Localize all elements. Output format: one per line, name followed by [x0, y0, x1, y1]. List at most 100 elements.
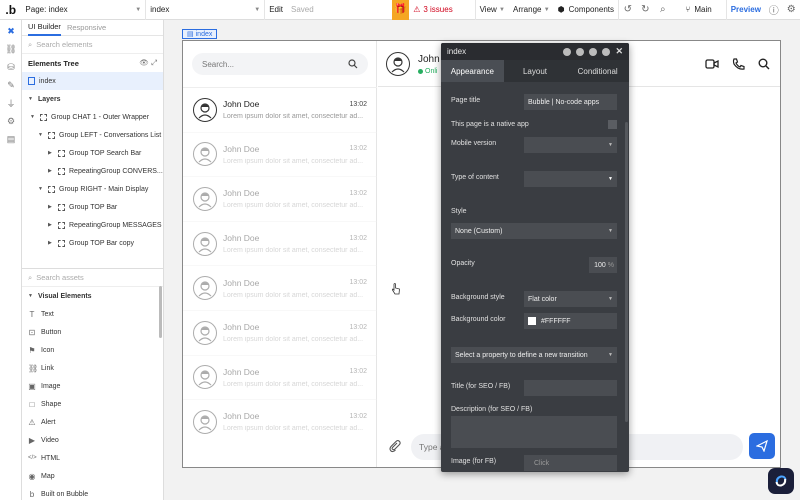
list-item[interactable]: John Doe 13:02 Lorem ipsum dolor sit amet,… [183, 354, 377, 400]
list-item[interactable]: John Doe 13:02 Lorem ipsum dolor sit amet,… [183, 87, 377, 132]
logs-icon[interactable]: ▤ [0, 130, 22, 148]
background-style-value: Flat color [528, 295, 557, 303]
tab-conditional[interactable]: Conditional [566, 60, 629, 82]
transition-dropdown[interactable]: Select a property to define a new transi… [451, 347, 617, 363]
styles-icon[interactable]: ✎ [0, 76, 22, 94]
background-color-value: #FFFFFF [541, 317, 571, 325]
tab-responsive[interactable]: Responsive [67, 20, 106, 36]
issues-button[interactable]: ⚠ 3 issues [409, 0, 476, 20]
page-tag-label: index [195, 30, 213, 38]
element-alert[interactable]: ⚠ Alert [22, 413, 163, 431]
element-html[interactable]: </> HTML [22, 449, 163, 467]
edit-menu[interactable]: Edit [265, 0, 287, 20]
element-shape[interactable]: □ Shape [22, 395, 163, 413]
fb-image-upload[interactable]: Click [524, 455, 617, 471]
background-color-picker[interactable]: #FFFFFF [524, 313, 617, 329]
list-item[interactable]: John Doe 13:02 Lorem ipsum dolor sit amet,… [183, 176, 377, 221]
tree-item-group[interactable]: ▶ Group TOP Search Bar [22, 144, 163, 162]
list-item[interactable]: John Doe 13:02 Lorem ipsum dolor sit amet,… [183, 131, 377, 177]
search-icon[interactable] [756, 56, 772, 72]
redo-icon[interactable]: ↻ [637, 0, 655, 20]
expand-icon[interactable]: ⤢ [151, 58, 157, 67]
page-tag[interactable]: ▤ index [182, 29, 218, 39]
tree-item-group[interactable]: ▶ Group TOP Bar copy [22, 234, 163, 252]
tab-ui-builder[interactable]: UI Builder [28, 20, 61, 36]
list-item[interactable]: John Doe 13:02 Lorem ipsum dolor sit amet,… [183, 265, 377, 310]
info-icon[interactable] [576, 47, 585, 56]
workflow-icon[interactable]: ⛓ [0, 40, 22, 58]
list-item[interactable]: John Doe 13:02 Lorem ipsum dolor sit amet,… [183, 220, 377, 266]
element-button[interactable]: ⊡ Button [22, 323, 163, 341]
opacity-input[interactable]: 100 % [589, 257, 617, 273]
bubble-logo[interactable]: .b [0, 0, 21, 20]
property-editor-titlebar[interactable]: index ✕ [441, 43, 629, 60]
element-video[interactable]: ▶ Video [22, 431, 163, 449]
close-icon[interactable]: ✕ [615, 46, 623, 57]
mouse-cursor-icon [391, 283, 401, 295]
list-item[interactable]: John Doe 13:02 Lorem ipsum dolor sit amet,… [183, 309, 377, 355]
design-icon[interactable]: ✖ [0, 22, 22, 40]
bubble-assistant-button[interactable] [768, 468, 794, 494]
type-of-content-dropdown[interactable]: ▼ [524, 171, 617, 187]
video-icon: ▶ [28, 435, 36, 445]
phone-icon[interactable] [730, 56, 746, 72]
color-swatch[interactable] [528, 317, 536, 325]
page-title-input[interactable]: Bubble | No-code apps [524, 94, 617, 110]
background-style-dropdown[interactable]: Flat color ▼ [524, 291, 617, 307]
help-icon[interactable]: ⓘ [765, 0, 783, 20]
seo-description-input[interactable] [451, 416, 617, 448]
settings-icon[interactable]: ⚙ [0, 112, 22, 130]
preview-button[interactable]: Preview [727, 0, 765, 20]
elements-tree-title: Elements Tree [28, 58, 79, 68]
element-link[interactable]: ⛓ Link [22, 359, 163, 377]
gift-icon[interactable]: 🎁 [391, 0, 410, 20]
data-icon[interactable]: ⛁ [0, 58, 22, 76]
top-toolbar: .b Page: index ▼ index ▼ Edit Saved 🎁 ⚠ … [0, 0, 800, 20]
tree-item-group[interactable]: ▼ Group CHAT 1 - Outer Wrapper [22, 108, 163, 126]
element-icon[interactable]: ⚑ Icon [22, 341, 163, 359]
mobile-version-dropdown[interactable]: ▼ [524, 137, 617, 153]
element-map[interactable]: ◉ Map [22, 467, 163, 485]
element-text[interactable]: T Text [22, 305, 163, 323]
tree-item-group[interactable]: ▶ Group TOP Bar [22, 198, 163, 216]
editor-scrollbar[interactable] [625, 122, 628, 422]
list-item[interactable]: John Doe 13:02 Lorem ipsum dolor sit amet,… [183, 399, 377, 444]
page-selector[interactable]: Page: index ▼ [21, 0, 147, 20]
panel-scrollbar[interactable] [159, 286, 162, 338]
tree-item-repeating-group[interactable]: ▶ RepeatingGroup CONVERS... [22, 162, 163, 180]
tree-item-group[interactable]: ▼ Group LEFT - Conversations List [22, 126, 163, 144]
send-button[interactable] [749, 433, 775, 459]
tree-item-index[interactable]: index [22, 72, 163, 90]
branch-selector[interactable]: ⑂ Main [672, 0, 727, 20]
tree-item-layers[interactable]: ▼ Layers [22, 90, 163, 108]
settings-icon[interactable] [602, 47, 611, 56]
eye-icon[interactable]: 👁 [139, 58, 149, 67]
search-icon[interactable]: ⌕ [654, 0, 672, 20]
style-dropdown[interactable]: None (Custom) ▼ [451, 223, 617, 239]
conversation-search-input[interactable]: Search... [192, 53, 368, 75]
tree-item-repeating-group[interactable]: ▶ RepeatingGroup MESSAGES [22, 216, 163, 234]
settings-icon[interactable]: ⚙ [782, 0, 800, 20]
tab-layout[interactable]: Layout [504, 60, 567, 82]
visual-elements-header[interactable]: ▼ Visual Elements [22, 287, 163, 305]
paperclip-icon[interactable] [388, 439, 404, 455]
play-icon[interactable] [563, 47, 572, 56]
element-label: HTML [41, 454, 61, 462]
view-menu[interactable]: View ▼ [476, 0, 509, 20]
element-dropdown[interactable]: index ▼ [146, 0, 266, 20]
seo-title-input[interactable] [524, 380, 617, 396]
search-assets-input[interactable]: ⌕ Search assets [22, 269, 163, 287]
video-call-icon[interactable] [704, 56, 720, 72]
arrange-menu[interactable]: Arrange ▼ [509, 0, 554, 20]
search-elements-input[interactable]: ⌕ Search elements [22, 36, 163, 54]
tab-appearance[interactable]: Appearance [441, 60, 504, 82]
tree-item-group[interactable]: ▼ Group RIGHT - Main Display [22, 180, 163, 198]
plugins-icon[interactable]: ⏚ [0, 94, 22, 112]
tree-item-label: Group TOP Bar [69, 203, 118, 211]
native-app-checkbox[interactable] [608, 120, 617, 129]
element-image[interactable]: ▣ Image [22, 377, 163, 395]
components-button[interactable]: ⬢ Components [554, 0, 619, 20]
comment-icon[interactable] [589, 47, 598, 56]
undo-icon[interactable]: ↺ [619, 0, 637, 20]
element-built-on-bubble[interactable]: b Built on Bubble [22, 485, 163, 500]
